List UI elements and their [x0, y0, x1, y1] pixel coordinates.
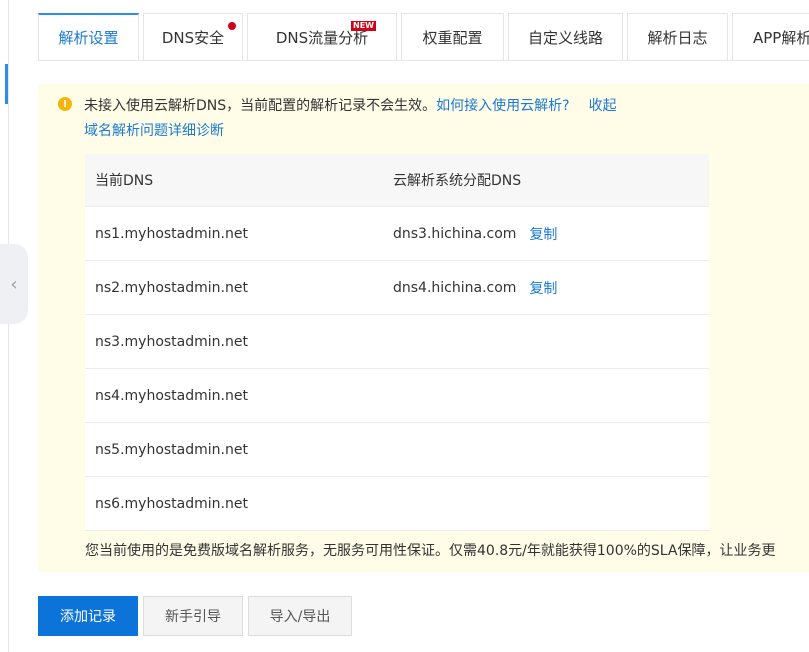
warning-icon: ! [58, 97, 72, 111]
tab-dns-log[interactable]: 解析日志 [627, 13, 728, 61]
tab-divider [38, 60, 809, 61]
tab-label: 解析日志 [647, 28, 708, 47]
tab-dns-settings[interactable]: 解析设置 [38, 13, 139, 61]
collapse-link[interactable]: 收起 [589, 98, 617, 114]
how-to-connect-link[interactable]: 如何接入使用云解析? [436, 98, 569, 114]
current-dns-cell: ns5.myhostadmin.net [95, 441, 248, 458]
current-dns-cell: ns6.myhostadmin.net [95, 495, 248, 512]
copy-button[interactable]: 复制 [529, 278, 557, 298]
current-dns-cell: ns1.myhostadmin.net [95, 225, 248, 242]
button-label: 导入/导出 [269, 609, 331, 625]
header-assigned-dns: 云解析系统分配DNS [393, 173, 522, 189]
new-badge: NEW [351, 21, 376, 31]
tab-label: APP解析 [753, 28, 809, 47]
header-current-dns: 当前DNS [95, 173, 154, 189]
table-row: ns4.myhostadmin.net [85, 369, 709, 423]
table-row: ns5.myhostadmin.net [85, 423, 709, 477]
tab-label: 解析设置 [58, 29, 119, 47]
tab-app-dns[interactable]: APP解析 [732, 13, 809, 61]
tab-custom-line[interactable]: 自定义线路 [508, 13, 623, 61]
button-label: 添加记录 [60, 609, 116, 625]
sidebar-collapse-button[interactable]: ‹ [0, 244, 28, 324]
chevron-left-icon: ‹ [10, 273, 18, 295]
guide-button[interactable]: 新手引导 [143, 596, 243, 636]
tab-weight-config[interactable]: 权重配置 [401, 13, 504, 61]
assigned-dns-value: dns4.hichina.com [393, 279, 517, 296]
tab-label: 自定义线路 [527, 28, 603, 47]
table-row: ns3.myhostadmin.net [85, 315, 709, 369]
table-row: ns1.myhostadmin.net dns3.hichina.com 复制 [85, 207, 709, 261]
current-dns-cell: ns4.myhostadmin.net [95, 387, 248, 404]
assigned-dns-cell: dns3.hichina.com 复制 [393, 224, 709, 244]
tab-dns-traffic-analysis[interactable]: DNS流量分析 NEW [247, 13, 397, 61]
current-dns-cell: ns3.myhostadmin.net [95, 333, 248, 350]
table-header: 当前DNS 云解析系统分配DNS [85, 154, 709, 207]
assigned-dns-value: dns3.hichina.com [393, 225, 517, 242]
table-row: ns6.myhostadmin.net [85, 477, 709, 531]
copy-button[interactable]: 复制 [529, 224, 557, 244]
current-dns-cell: ns2.myhostadmin.net [95, 279, 248, 296]
notice-message: 未接入使用云解析DNS，当前配置的解析记录不会生效。如何接入使用云解析? 收起 [84, 95, 617, 115]
dns-notice-panel: ! 未接入使用云解析DNS，当前配置的解析记录不会生效。如何接入使用云解析? 收起… [38, 84, 809, 572]
import-export-button[interactable]: 导入/导出 [248, 596, 352, 636]
button-label: 新手引导 [165, 609, 221, 625]
dns-table: 当前DNS 云解析系统分配DNS ns1.myhostadmin.net dns… [85, 154, 709, 531]
tab-bar: 解析设置 DNS安全 DNS流量分析 NEW 权重配置 自定义线路 解析日志 A… [38, 13, 809, 61]
assigned-dns-cell: dns4.hichina.com 复制 [393, 278, 709, 298]
diagnose-line: 域名解析问题详细诊断 [84, 120, 224, 140]
diagnose-link[interactable]: 域名解析问题详细诊断 [84, 123, 224, 139]
add-record-button[interactable]: 添加记录 [38, 596, 138, 636]
tab-dns-security[interactable]: DNS安全 [143, 13, 243, 61]
table-row: ns2.myhostadmin.net dns4.hichina.com 复制 [85, 261, 709, 315]
tab-label: 权重配置 [422, 28, 483, 47]
free-plan-notice: 您当前使用的是免费版域名解析服务，无服务可用性保证。仅需40.8元/年就能获得1… [85, 543, 776, 559]
notice-text: 未接入使用云解析DNS，当前配置的解析记录不会生效。 [84, 98, 437, 114]
tab-label: DNS安全 [161, 28, 225, 47]
notification-dot [228, 22, 236, 30]
sidebar-active-indicator [5, 64, 8, 104]
